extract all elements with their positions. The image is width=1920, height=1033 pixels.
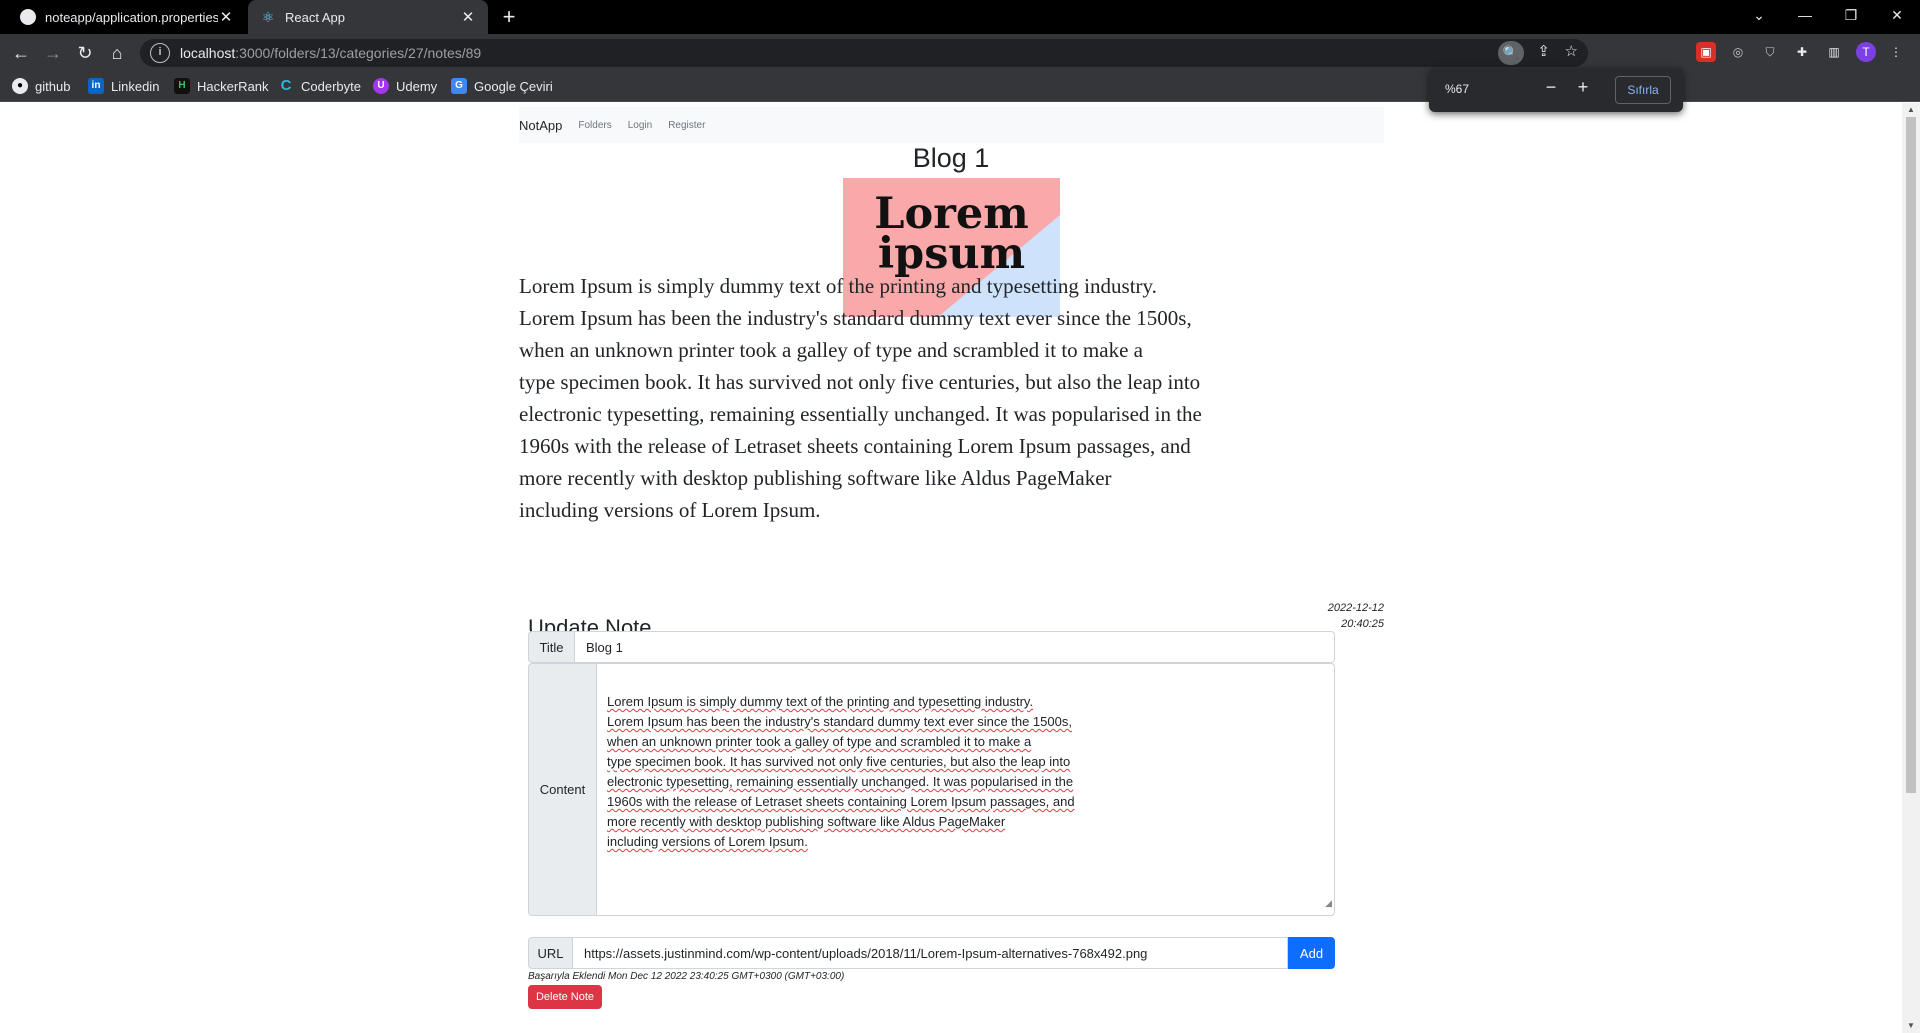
bookmark-label: Coderbyte	[301, 78, 361, 94]
side-panel-icon[interactable]: ▥	[1824, 42, 1844, 62]
bookmark-label: Udemy	[396, 78, 438, 94]
zoom-reset-button[interactable]: Sıfırla	[1615, 76, 1671, 104]
title-label: Title	[528, 631, 575, 663]
bookmark-star-icon[interactable]: ☆	[1565, 42, 1578, 60]
tab-strip: noteapp/application.properties a ✕ ⚛ Rea…	[0, 0, 1920, 34]
bookmark-label: github	[35, 78, 71, 94]
menu-kebab-icon[interactable]: ⋮	[1886, 42, 1906, 62]
note-title: Blog 1	[912, 143, 990, 173]
title-input[interactable]: Blog 1	[575, 631, 1335, 663]
note-date: 2022-12-12	[1327, 602, 1384, 614]
zoom-popup: %67 − + Sıfırla	[1429, 68, 1683, 112]
url-label: URL	[528, 937, 573, 969]
title-input-group: Title Blog 1	[528, 631, 1335, 663]
github-icon: ●	[12, 78, 28, 94]
zoom-out-button[interactable]: −	[1541, 77, 1561, 98]
close-window-button[interactable]: ✕	[1874, 0, 1920, 34]
success-message: Başarıyla Eklendi Mon Dec 12 2022 23:40:…	[528, 971, 845, 982]
profile-avatar[interactable]: T	[1856, 42, 1876, 62]
add-button[interactable]: Add	[1288, 937, 1335, 969]
tab-react-app[interactable]: ⚛ React App ✕	[248, 0, 488, 34]
page-viewport: NotApp Folders Login Register Blog 1 Lor…	[0, 103, 1902, 1033]
content-textarea[interactable]: Lorem Ipsum is simply dummy text of the …	[597, 663, 1335, 916]
note-timestamp: 2022-12-12 20:40:25	[1300, 600, 1384, 632]
tab-title: React App	[285, 9, 345, 25]
zoom-icon[interactable]: 🔍	[1498, 41, 1524, 65]
linkedin-icon: in	[88, 78, 104, 94]
extension-circle-icon[interactable]: ◎	[1728, 42, 1748, 62]
extension-red-icon[interactable]: ▣	[1696, 42, 1716, 62]
close-tab-icon[interactable]: ✕	[218, 8, 234, 26]
note-time: 20:40:25	[1341, 618, 1384, 630]
delete-note-button[interactable]: Delete Note	[528, 985, 602, 1009]
github-icon	[20, 9, 36, 25]
back-button[interactable]: ←	[8, 40, 34, 66]
bookmark-label: HackerRank	[197, 78, 269, 94]
content-input-group: Content Lorem Ipsum is simply dummy text…	[528, 663, 1335, 916]
content-text: Lorem Ipsum is simply dummy text of the …	[607, 694, 1075, 849]
bookmark-label: Google Çeviri	[474, 78, 553, 94]
udemy-icon: U	[373, 78, 389, 94]
tab-noteapp[interactable]: noteapp/application.properties a ✕	[8, 0, 246, 34]
bookmark-hackerrank[interactable]: H HackerRank	[174, 76, 269, 96]
minimize-button[interactable]: —	[1782, 0, 1828, 34]
new-tab-button[interactable]: +	[496, 4, 522, 30]
bookmark-udemy[interactable]: U Udemy	[373, 76, 437, 96]
scroll-down-icon[interactable]: ▼	[1906, 1021, 1916, 1030]
zoom-level: %67	[1445, 82, 1470, 96]
note-image-text: Lorem ipsum	[843, 189, 1060, 279]
reload-button[interactable]: ↻	[72, 40, 98, 66]
content-label: Content	[528, 663, 597, 916]
extensions-puzzle-icon[interactable]: ✚	[1792, 42, 1812, 62]
page-scrollbar[interactable]: ▲ ▼	[1902, 103, 1920, 1033]
url-input-group: URL https://assets.justinmind.com/wp-con…	[528, 937, 1335, 969]
tab-search-icon[interactable]: ⌄	[1736, 0, 1782, 34]
browser-toolbar: ← → ↻ ⌂ i localhost:3000/folders/13/cate…	[0, 34, 1920, 70]
home-button[interactable]: ⌂	[104, 40, 130, 66]
site-info-icon[interactable]: i	[150, 43, 170, 63]
nav-link-login[interactable]: Login	[628, 120, 652, 131]
hackerrank-icon: H	[174, 78, 190, 94]
app-navbar: NotApp Folders Login Register	[519, 107, 1384, 143]
address-bar[interactable]: i localhost:3000/folders/13/categories/2…	[140, 39, 1588, 67]
restore-button[interactable]: ❐	[1828, 0, 1874, 34]
forward-button[interactable]: →	[40, 40, 66, 66]
scrollbar-thumb[interactable]	[1906, 117, 1916, 793]
url-input[interactable]: https://assets.justinmind.com/wp-content…	[573, 937, 1288, 969]
nav-link-register[interactable]: Register	[668, 120, 705, 131]
zoom-in-button[interactable]: +	[1573, 77, 1593, 98]
image-text-line: Lorem	[874, 189, 1029, 239]
react-icon: ⚛	[261, 8, 275, 25]
nav-link-folders[interactable]: Folders	[578, 120, 611, 131]
bookmark-github[interactable]: ● github	[12, 76, 70, 96]
scroll-up-icon[interactable]: ▲	[1906, 105, 1916, 114]
bookmark-google-translate[interactable]: G Google Çeviri	[451, 76, 553, 96]
resize-handle-icon[interactable]: ◢	[1325, 893, 1332, 913]
share-icon[interactable]: ⇪	[1537, 42, 1550, 60]
bookmark-linkedin[interactable]: in Linkedin	[88, 76, 159, 96]
coderbyte-icon: C	[280, 77, 292, 94]
navbar-brand[interactable]: NotApp	[519, 118, 562, 133]
bookmark-coderbyte[interactable]: C Coderbyte	[278, 76, 361, 96]
extension-shield-icon[interactable]: ⛉	[1760, 42, 1780, 62]
bookmark-label: Linkedin	[111, 78, 160, 94]
note-body: Lorem Ipsum is simply dummy text of the …	[519, 274, 1202, 522]
google-translate-icon: G	[451, 78, 467, 94]
close-tab-icon[interactable]: ✕	[460, 8, 476, 26]
image-text-line: ipsum	[877, 229, 1026, 279]
address-url: localhost:3000/folders/13/categories/27/…	[180, 45, 482, 61]
tab-title: noteapp/application.properties a	[45, 9, 218, 25]
